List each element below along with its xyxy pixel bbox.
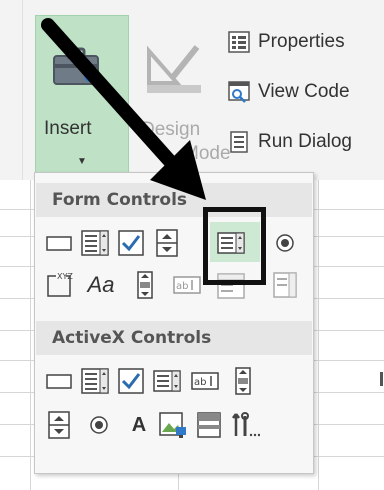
button-icon <box>46 236 72 251</box>
properties-label: Properties <box>258 31 345 52</box>
form-combo-box-control[interactable] <box>80 228 110 258</box>
properties-icon <box>228 31 250 53</box>
activex-list-box-control[interactable] <box>152 366 182 396</box>
grid-column-line <box>30 180 31 490</box>
activex-checkbox-control[interactable] <box>116 366 146 396</box>
form-controls-heading: Form Controls <box>36 183 312 217</box>
design-mode-label: Design <box>141 119 201 140</box>
svg-text:XYZ: XYZ <box>57 272 73 281</box>
activex-text-box-control[interactable]: ab <box>190 366 220 396</box>
ribbon-edge <box>0 0 23 180</box>
combo-drop-down-edit-icon <box>273 272 297 298</box>
option-button-icon <box>90 416 108 434</box>
cell-text-fragment <box>380 372 383 386</box>
toggle-button-icon <box>197 412 221 438</box>
view-code-button[interactable]: View Code <box>228 76 350 108</box>
form-button-control[interactable] <box>44 228 74 258</box>
activex-command-button-control[interactable] <box>44 366 74 396</box>
scroll-bar-icon <box>235 367 251 395</box>
insert-label: Insert <box>44 118 92 139</box>
properties-button[interactable]: Properties <box>228 26 345 58</box>
chevron-down-icon: ▼ <box>77 156 87 167</box>
activex-controls-heading: ActiveX Controls <box>36 321 312 355</box>
form-text-field-control[interactable]: ab <box>172 270 202 300</box>
combo-box-icon <box>81 230 109 256</box>
svg-text:ab: ab <box>194 377 206 388</box>
text-box-icon: ab <box>191 372 219 390</box>
scroll-bar-icon <box>137 271 153 299</box>
checkbox-icon <box>118 230 144 256</box>
form-group-box-control[interactable]: XYZ <box>44 270 74 300</box>
view-code-label: View Code <box>258 81 350 102</box>
form-combo-drop-down-edit-control[interactable] <box>270 270 300 300</box>
design-mode-icon <box>147 45 201 93</box>
run-dialog-icon <box>230 131 248 153</box>
option-button-icon <box>276 234 294 252</box>
activex-toggle-button-control[interactable] <box>194 410 224 440</box>
view-code-icon <box>228 81 250 103</box>
list-box-icon <box>153 370 181 392</box>
callout-highlight-box <box>203 207 266 285</box>
form-checkbox-control[interactable] <box>116 228 146 258</box>
activex-option-button-control[interactable] <box>84 410 114 440</box>
combo-box-icon <box>81 368 109 394</box>
design-mode-button[interactable]: Design Mode <box>135 15 231 173</box>
text-field-icon: ab <box>173 276 201 294</box>
form-spin-button-control[interactable] <box>152 228 182 258</box>
command-button-icon <box>46 374 72 389</box>
svg-text:ab: ab <box>176 281 188 292</box>
developer-ribbon: Insert ▼ Design Mode Properties View Cod… <box>0 0 384 180</box>
activex-scroll-bar-control[interactable] <box>228 366 258 396</box>
activex-more-controls-button[interactable] <box>230 410 260 440</box>
form-scroll-bar-control[interactable] <box>130 270 160 300</box>
activex-spin-button-control[interactable] <box>44 410 74 440</box>
form-label-control[interactable]: Aa <box>86 270 116 300</box>
more-controls-icon <box>232 412 260 437</box>
run-dialog-button[interactable]: Run Dialog <box>228 126 352 158</box>
image-icon <box>159 412 186 438</box>
checkbox-icon <box>118 368 144 394</box>
spin-button-icon <box>156 229 178 257</box>
toolbox-icon <box>53 47 99 85</box>
run-dialog-label: Run Dialog <box>258 131 352 152</box>
form-option-button-control[interactable] <box>270 228 300 258</box>
spin-button-icon <box>48 411 70 439</box>
design-mode-label-line2: Mode <box>183 143 231 164</box>
activex-image-control[interactable] <box>158 410 188 440</box>
insert-controls-button[interactable]: Insert ▼ <box>35 15 129 175</box>
activex-combo-box-control[interactable] <box>80 366 110 396</box>
activex-label-control[interactable]: A <box>124 410 154 440</box>
grid-column-line <box>318 180 319 490</box>
group-box-icon: XYZ <box>47 272 73 297</box>
